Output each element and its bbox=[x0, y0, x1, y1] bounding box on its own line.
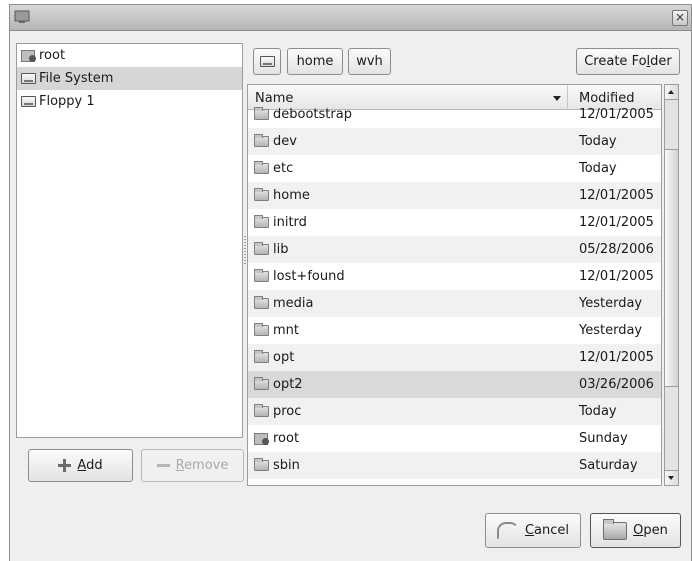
drive-icon bbox=[259, 56, 275, 67]
file-name: debootstrap bbox=[273, 107, 352, 122]
open-button[interactable]: Open bbox=[590, 513, 681, 548]
open-button-label: Open bbox=[633, 523, 668, 538]
arrow-up-icon bbox=[668, 90, 674, 94]
folder-icon bbox=[254, 188, 269, 201]
path-root-button[interactable] bbox=[253, 48, 281, 75]
pane-resize-handle[interactable] bbox=[244, 236, 246, 266]
file-name: sbin bbox=[273, 458, 300, 473]
add-button[interactable]: Add bbox=[28, 449, 133, 482]
scroll-up-button[interactable] bbox=[665, 85, 678, 100]
remove-button[interactable]: Remove bbox=[141, 449, 244, 482]
file-modified: 12/01/2005 bbox=[579, 269, 654, 284]
undo-icon bbox=[496, 521, 519, 540]
folder-icon bbox=[254, 107, 269, 120]
drive-icon bbox=[21, 96, 36, 107]
file-name: initrd bbox=[273, 215, 307, 230]
home-folder-icon bbox=[254, 432, 269, 445]
sidebar-item-file-system[interactable]: File System bbox=[17, 67, 242, 90]
table-row[interactable]: media Yesterday bbox=[248, 290, 661, 317]
path-button-wvh[interactable]: wvh bbox=[348, 48, 391, 75]
folder-icon bbox=[254, 377, 269, 390]
path-button-home[interactable]: home bbox=[287, 48, 343, 75]
path-label: home bbox=[296, 54, 334, 69]
file-modified: Today bbox=[579, 161, 617, 176]
folder-icon bbox=[254, 242, 269, 255]
scrollbar-thumb[interactable] bbox=[665, 149, 678, 387]
table-row[interactable]: root Sunday bbox=[248, 425, 661, 452]
window-menu-icon[interactable] bbox=[14, 10, 30, 24]
file-name: root bbox=[273, 431, 300, 446]
file-modified: 12/01/2005 bbox=[579, 215, 654, 230]
file-name: opt bbox=[273, 350, 295, 365]
file-modified: 12/01/2005 bbox=[579, 188, 654, 203]
table-row[interactable]: mnt Yesterday bbox=[248, 317, 661, 344]
file-name: lost+found bbox=[273, 269, 345, 284]
folder-icon bbox=[254, 350, 269, 363]
folder-icon bbox=[254, 161, 269, 174]
table-row[interactable]: debootstrap 12/01/2005 bbox=[248, 101, 661, 128]
folder-icon bbox=[254, 269, 269, 282]
sidebar-item-label: File System bbox=[39, 71, 114, 86]
sidebar-item-label: root bbox=[39, 48, 66, 63]
folder-icon bbox=[254, 296, 269, 309]
file-modified: 12/01/2005 bbox=[579, 350, 654, 365]
create-folder-label: Create Folder bbox=[584, 54, 672, 69]
file-name: opt2 bbox=[273, 377, 303, 392]
file-list[interactable]: Name Modified debootstrap 12/01/2005 dev T… bbox=[247, 84, 662, 486]
file-name: etc bbox=[273, 161, 294, 176]
file-name: proc bbox=[273, 404, 302, 419]
path-label: wvh bbox=[356, 54, 383, 69]
cancel-button[interactable]: Cancel bbox=[485, 513, 581, 548]
file-modified: Yesterday bbox=[579, 296, 643, 311]
table-row[interactable]: proc Today bbox=[248, 398, 661, 425]
arrow-down-icon bbox=[668, 476, 674, 480]
create-folder-button[interactable]: Create Folder bbox=[576, 48, 680, 75]
add-button-label: Add bbox=[77, 458, 103, 473]
file-modified: 03/26/2006 bbox=[579, 377, 654, 392]
folder-icon bbox=[254, 458, 269, 471]
scroll-down-button[interactable] bbox=[665, 470, 678, 485]
folder-icon bbox=[254, 134, 269, 147]
table-row[interactable]: initrd 12/01/2005 bbox=[248, 209, 661, 236]
folder-icon bbox=[254, 404, 269, 417]
table-row[interactable]: lost+found 12/01/2005 bbox=[248, 263, 661, 290]
sidebar-item-floppy[interactable]: Floppy 1 bbox=[17, 90, 242, 113]
folder-icon bbox=[254, 215, 269, 228]
table-row[interactable]: home 12/01/2005 bbox=[248, 182, 661, 209]
file-name: mnt bbox=[273, 323, 299, 338]
file-modified: Today bbox=[579, 404, 617, 419]
table-row[interactable]: sbin Saturday bbox=[248, 452, 661, 479]
file-modified: Yesterday bbox=[579, 323, 643, 338]
close-icon[interactable]: × bbox=[672, 10, 688, 26]
file-modified: Today bbox=[579, 134, 617, 149]
file-modified: Sunday bbox=[579, 431, 628, 446]
sidebar-item-root[interactable]: root bbox=[17, 44, 242, 67]
home-folder-icon bbox=[21, 49, 36, 62]
add-icon bbox=[58, 459, 72, 472]
table-row[interactable]: opt 12/01/2005 bbox=[248, 344, 661, 371]
file-name: media bbox=[273, 296, 314, 311]
remove-icon bbox=[156, 464, 170, 467]
file-name: home bbox=[273, 188, 310, 203]
remove-button-label: Remove bbox=[175, 458, 229, 473]
table-row[interactable]: etc Today bbox=[248, 155, 661, 182]
sidebar-item-label: Floppy 1 bbox=[39, 94, 95, 109]
file-name: dev bbox=[273, 134, 297, 149]
file-modified: 05/28/2006 bbox=[579, 242, 654, 257]
table-row[interactable]: lib 05/28/2006 bbox=[248, 236, 661, 263]
title-bar: × bbox=[10, 5, 691, 31]
table-row[interactable]: dev Today bbox=[248, 128, 661, 155]
vertical-scrollbar[interactable] bbox=[664, 84, 679, 486]
folder-icon bbox=[254, 323, 269, 336]
file-name: lib bbox=[273, 242, 289, 257]
open-folder-icon bbox=[603, 518, 628, 540]
drive-icon bbox=[21, 73, 36, 84]
table-row[interactable]: opt2 03/26/2006 bbox=[248, 371, 661, 398]
cancel-button-label: Cancel bbox=[524, 523, 570, 538]
places-sidebar: root File System Floppy 1 bbox=[16, 43, 243, 438]
file-modified: Saturday bbox=[579, 458, 638, 473]
file-modified: 12/01/2005 bbox=[579, 107, 654, 122]
